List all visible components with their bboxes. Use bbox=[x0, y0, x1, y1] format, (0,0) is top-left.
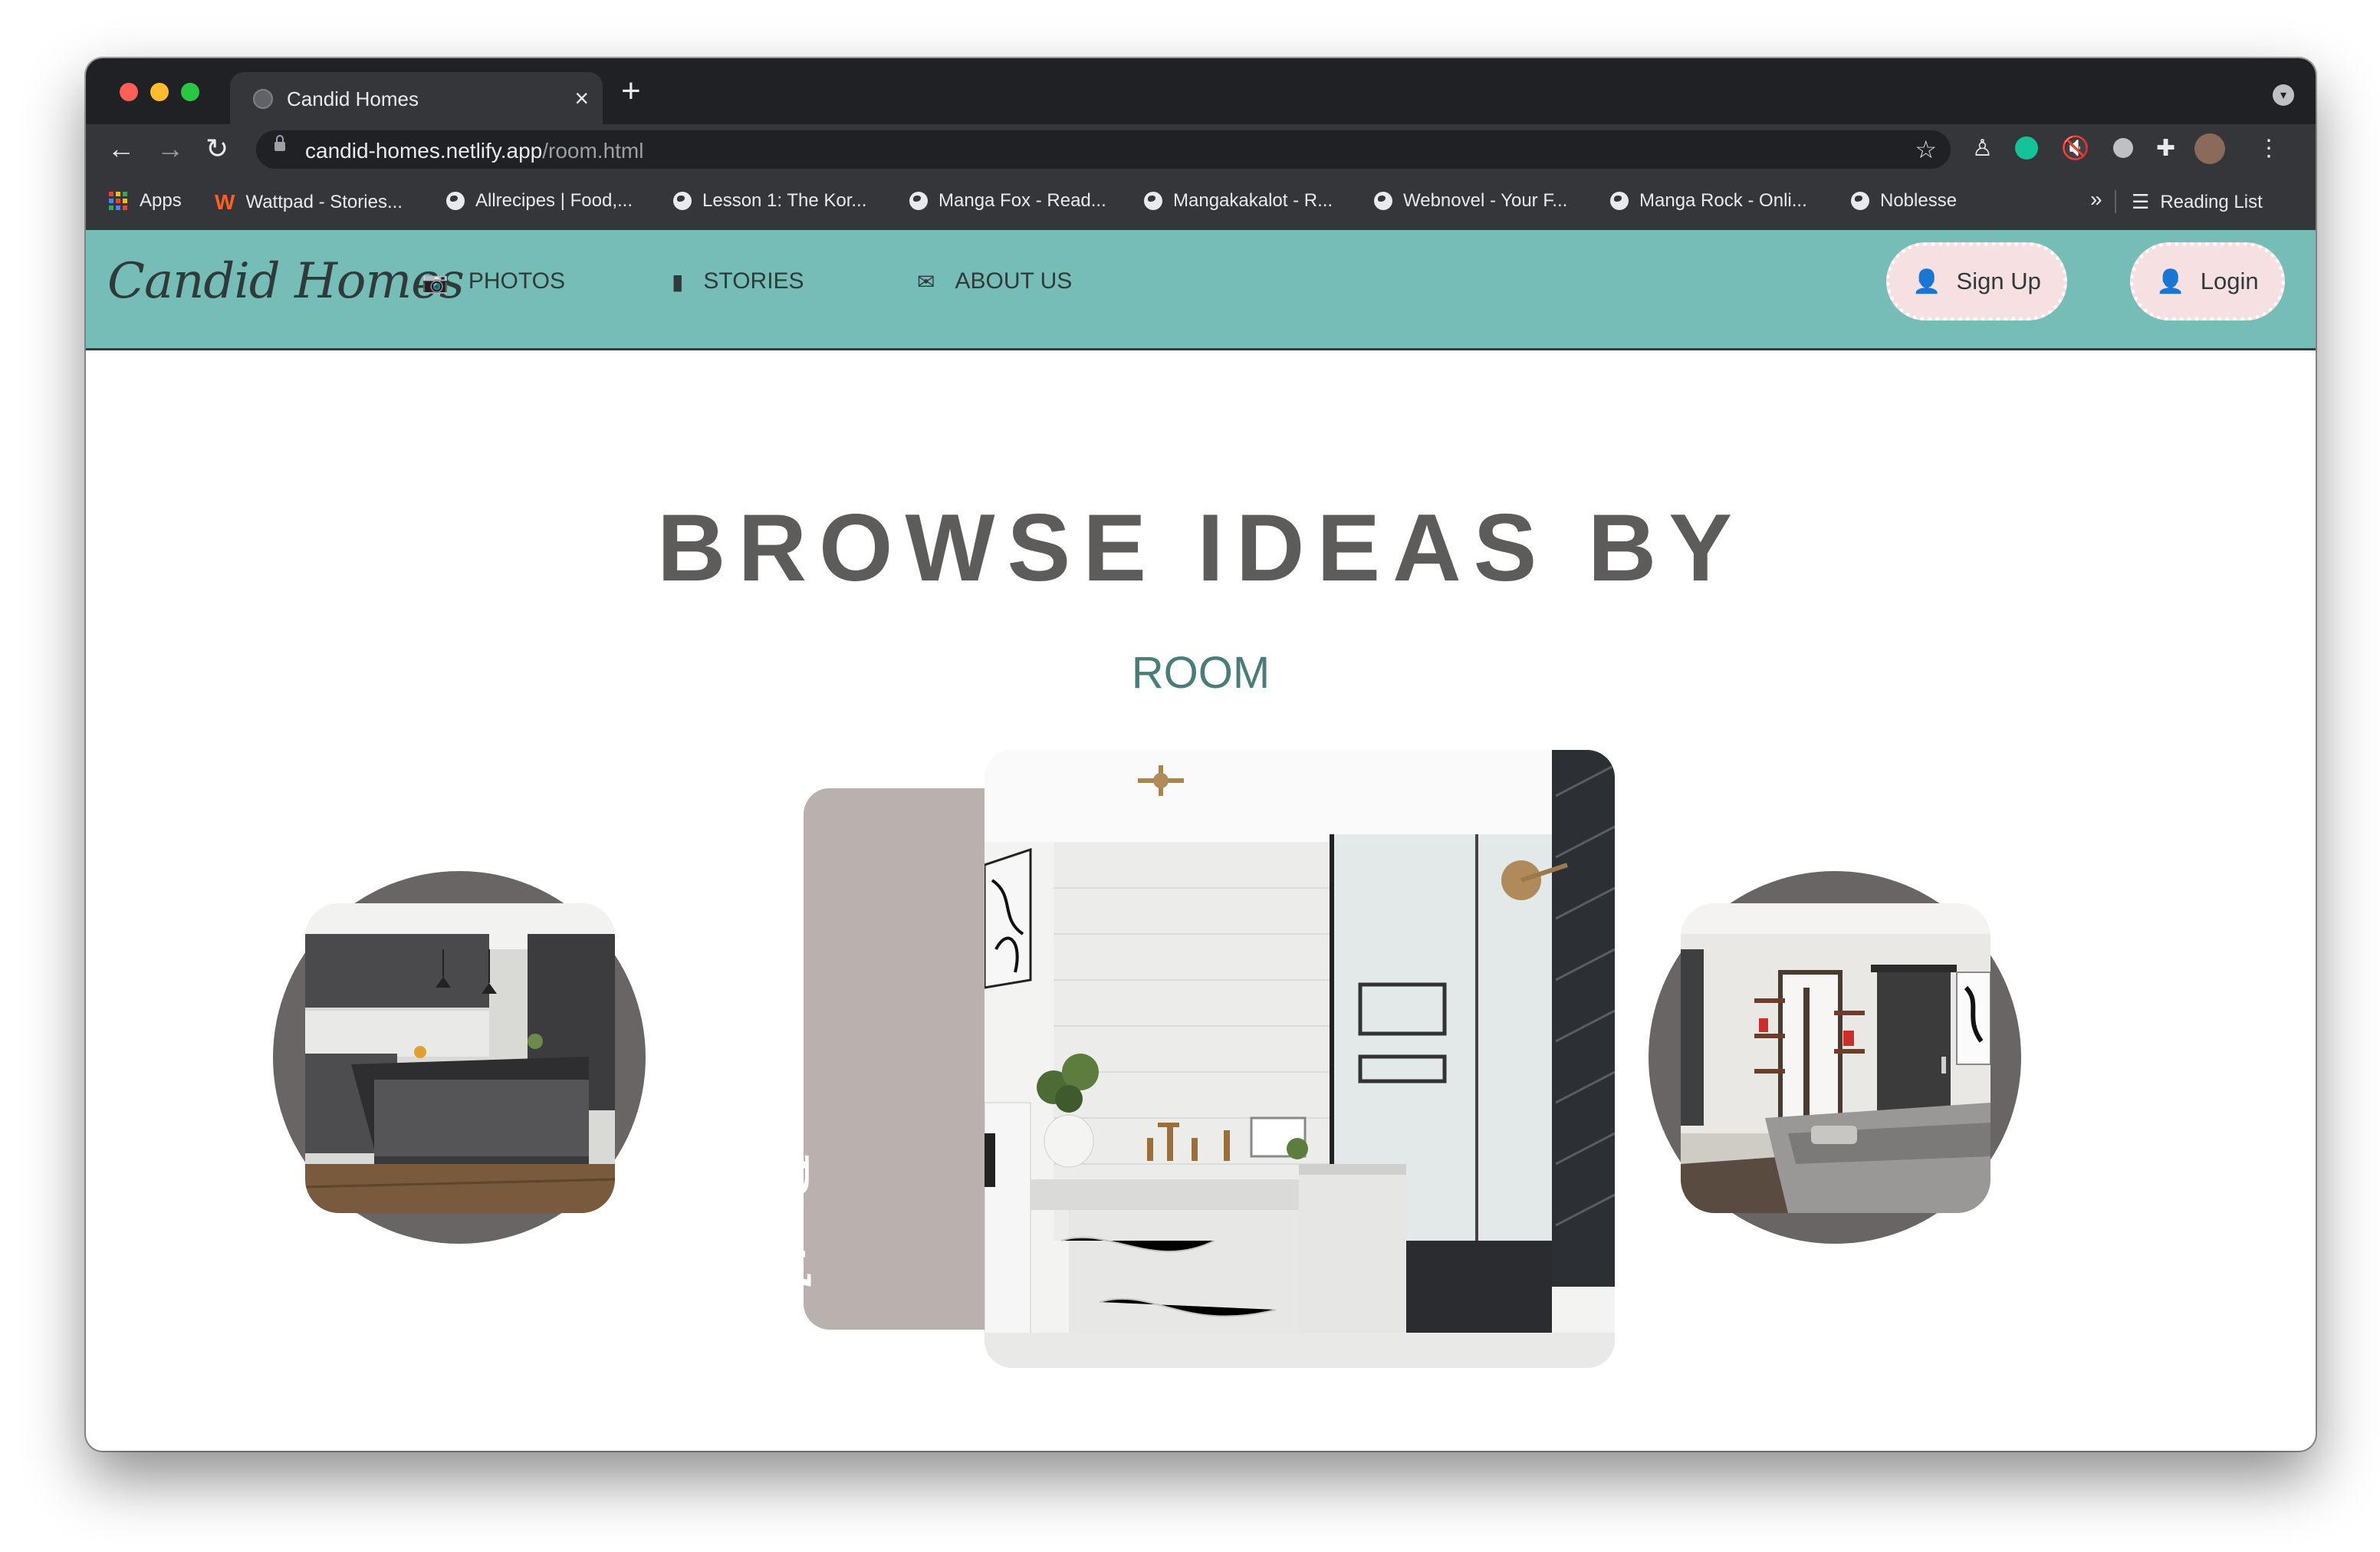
bookmarks-bar: Apps W Wattpad - Stories... Allrecipes |… bbox=[86, 173, 2316, 231]
tab-search-icon[interactable]: ▾ bbox=[2273, 84, 2294, 106]
wattpad-icon: W bbox=[215, 190, 235, 214]
lock-icon bbox=[274, 135, 285, 151]
mute-icon[interactable]: 🔇 bbox=[2061, 133, 2089, 164]
site-logo[interactable]: Candid Homes bbox=[107, 253, 465, 310]
address-bar[interactable]: candid-homes.netlify.app/room.html ☆ bbox=[256, 130, 1951, 169]
page-title: BROWSE IDEAS BY bbox=[656, 495, 1745, 601]
bookmark-star-icon[interactable]: ☆ bbox=[1915, 133, 1937, 166]
url-text: candid-homes.netlify.app/room.html bbox=[305, 139, 644, 163]
nav-about-us[interactable]: ✉ ABOUT US bbox=[917, 268, 1072, 294]
globe-icon bbox=[1610, 192, 1629, 210]
tab-close-button[interactable]: × bbox=[574, 83, 589, 113]
globe-icon bbox=[1374, 192, 1392, 210]
bookmark-mangakakalot[interactable]: Mangakakalot - R... bbox=[1144, 190, 1333, 212]
bookmark-apps[interactable]: Apps bbox=[109, 190, 182, 212]
globe-icon bbox=[446, 192, 465, 210]
reading-list-button[interactable]: ☰ Reading List bbox=[2132, 190, 2263, 214]
globe-icon bbox=[1144, 192, 1162, 210]
login-button[interactable]: 👤 Login bbox=[2130, 242, 2285, 321]
globe-icon bbox=[909, 192, 928, 210]
kebab-menu-icon[interactable]: ⋮ bbox=[2257, 133, 2280, 164]
avatar[interactable] bbox=[2194, 133, 2225, 164]
bookmark-allrecipes[interactable]: Allrecipes | Food,... bbox=[446, 190, 633, 212]
bookmark-noblesse[interactable]: Noblesse bbox=[1851, 190, 1957, 212]
bedroom-image[interactable] bbox=[1681, 903, 1990, 1213]
site-header: Candid Homes 📷 PHOTOS ▮ STORIES ✉ ABOUT … bbox=[86, 230, 2316, 350]
kitchen-image[interactable] bbox=[305, 903, 615, 1213]
camera-icon: 📷 bbox=[422, 269, 449, 294]
bookmark-lesson[interactable]: Lesson 1: The Kor... bbox=[673, 190, 866, 212]
bookmarks-divider bbox=[2115, 190, 2116, 213]
user-icon: 👤 bbox=[2156, 268, 2185, 294]
new-tab-button[interactable]: + bbox=[621, 74, 641, 109]
user-icon: 👤 bbox=[1912, 268, 1941, 294]
reading-list-icon: ☰ bbox=[2132, 190, 2150, 213]
bookmark-manga-fox[interactable]: Manga Fox - Read... bbox=[909, 190, 1106, 212]
minimize-window-button[interactable] bbox=[150, 83, 169, 101]
forward-arrow-icon[interactable]: → bbox=[156, 132, 184, 166]
tab-title: Candid Homes bbox=[287, 87, 419, 110]
globe-icon bbox=[1851, 192, 1869, 210]
back-arrow-icon[interactable]: ← bbox=[107, 132, 135, 166]
puzzle-icon[interactable]: ✚ bbox=[2156, 133, 2175, 164]
nav-photos[interactable]: 📷 PHOTOS bbox=[422, 268, 565, 294]
globe-icon bbox=[253, 89, 273, 109]
bathroom-image[interactable] bbox=[985, 750, 1615, 1368]
sign-up-button[interactable]: 👤 Sign Up bbox=[1886, 242, 2067, 321]
reload-icon[interactable]: ↻ bbox=[205, 132, 228, 166]
globe-icon bbox=[673, 192, 692, 210]
bookmarks-overflow-button[interactable]: » bbox=[2090, 187, 2102, 212]
tab-strip: Candid Homes × + ▾ bbox=[86, 58, 2316, 126]
page-subtitle: ROOM bbox=[1131, 648, 1271, 698]
apps-grid-icon bbox=[109, 192, 127, 210]
browser-tab[interactable]: Candid Homes × bbox=[230, 72, 603, 126]
profile-extension-icon[interactable]: ♙ bbox=[1972, 133, 1993, 164]
bath-label: Bath bbox=[741, 1147, 822, 1311]
browser-toolbar: ← → ↻ candid-homes.netlify.app/room.html… bbox=[86, 124, 2316, 173]
nav-stories[interactable]: ▮ STORIES bbox=[672, 268, 804, 294]
envelope-icon: ✉ bbox=[917, 269, 935, 294]
zoom-window-button[interactable] bbox=[181, 83, 199, 101]
bookmark-webnovel[interactable]: Webnovel - Your F... bbox=[1374, 190, 1567, 212]
grammarly-icon[interactable] bbox=[2015, 136, 2038, 159]
bookmark-manga-rock[interactable]: Manga Rock - Onli... bbox=[1610, 190, 1807, 212]
browser-window: Candid Homes × + ▾ ← → ↻ candid-homes.ne… bbox=[86, 58, 2316, 1451]
bookmark-wattpad[interactable]: W Wattpad - Stories... bbox=[215, 190, 403, 215]
book-icon: ▮ bbox=[672, 269, 684, 294]
extension-circle-icon[interactable] bbox=[2113, 138, 2133, 158]
close-window-button[interactable] bbox=[120, 83, 138, 101]
